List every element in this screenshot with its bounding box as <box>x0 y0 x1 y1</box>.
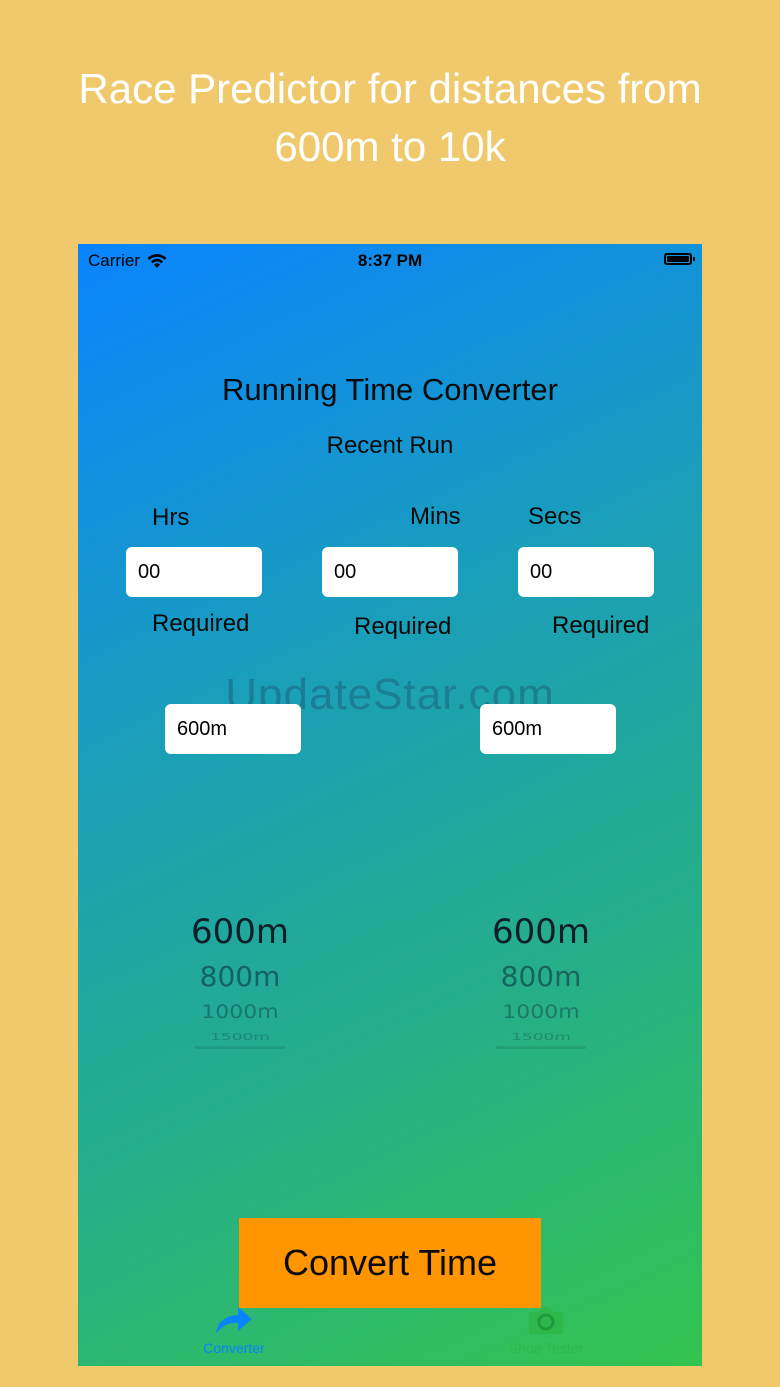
hrs-label: Hrs <box>152 504 190 531</box>
to-distance-picker[interactable]: 600m 800m 1000m 1500m <box>441 908 641 1059</box>
picker-option[interactable]: 600m <box>140 908 340 956</box>
camera-icon <box>529 1307 563 1334</box>
tab-shoe-tester[interactable]: Shoe Tester <box>466 1304 626 1356</box>
secs-label: Secs <box>528 503 582 530</box>
picker-option[interactable]: 800m <box>441 956 641 998</box>
phone-screen: Carrier 8:37 PM Running Time Converter R… <box>78 244 702 1366</box>
picker-option[interactable]: 600m <box>441 908 641 956</box>
tab-converter[interactable]: Converter <box>154 1304 314 1356</box>
promo-line-2: 600m to 10k <box>274 123 506 170</box>
to-distance-field[interactable]: 600m <box>480 704 616 754</box>
secs-required-label: Required <box>552 612 650 639</box>
share-arrow-icon <box>216 1307 252 1334</box>
hrs-required-label: Required <box>152 610 250 637</box>
picker-option[interactable]: 1500m <box>441 1032 641 1042</box>
mins-input[interactable]: 00 <box>322 547 458 597</box>
picker-fade <box>496 1046 586 1059</box>
secs-input[interactable]: 00 <box>518 547 654 597</box>
status-bar: Carrier 8:37 PM <box>78 244 702 278</box>
from-distance-field[interactable]: 600m <box>165 704 301 754</box>
hrs-input[interactable]: 00 <box>126 547 262 597</box>
picker-option[interactable]: 1500m <box>140 1032 340 1042</box>
tab-shoe-tester-label: Shoe Tester <box>508 1340 584 1356</box>
tab-converter-label: Converter <box>203 1340 265 1356</box>
picker-fade <box>195 1046 285 1059</box>
mins-label: Mins <box>410 503 461 530</box>
clock: 8:37 PM <box>357 251 423 270</box>
from-distance-picker[interactable]: 600m 800m 1000m 1500m <box>140 908 340 1059</box>
section-subtitle: Recent Run <box>326 432 454 459</box>
battery-icon <box>664 253 695 265</box>
page-title: Running Time Converter <box>222 372 558 407</box>
promo-line-1: Race Predictor for distances from <box>78 65 702 112</box>
mins-required-label: Required <box>354 613 452 640</box>
convert-time-button[interactable]: Convert Time <box>239 1218 541 1308</box>
picker-option[interactable]: 1000m <box>441 1000 641 1026</box>
promo-caption: Race Predictor for distances from 600m t… <box>0 60 780 176</box>
picker-option[interactable]: 800m <box>140 956 340 998</box>
picker-option[interactable]: 1000m <box>140 1000 340 1026</box>
